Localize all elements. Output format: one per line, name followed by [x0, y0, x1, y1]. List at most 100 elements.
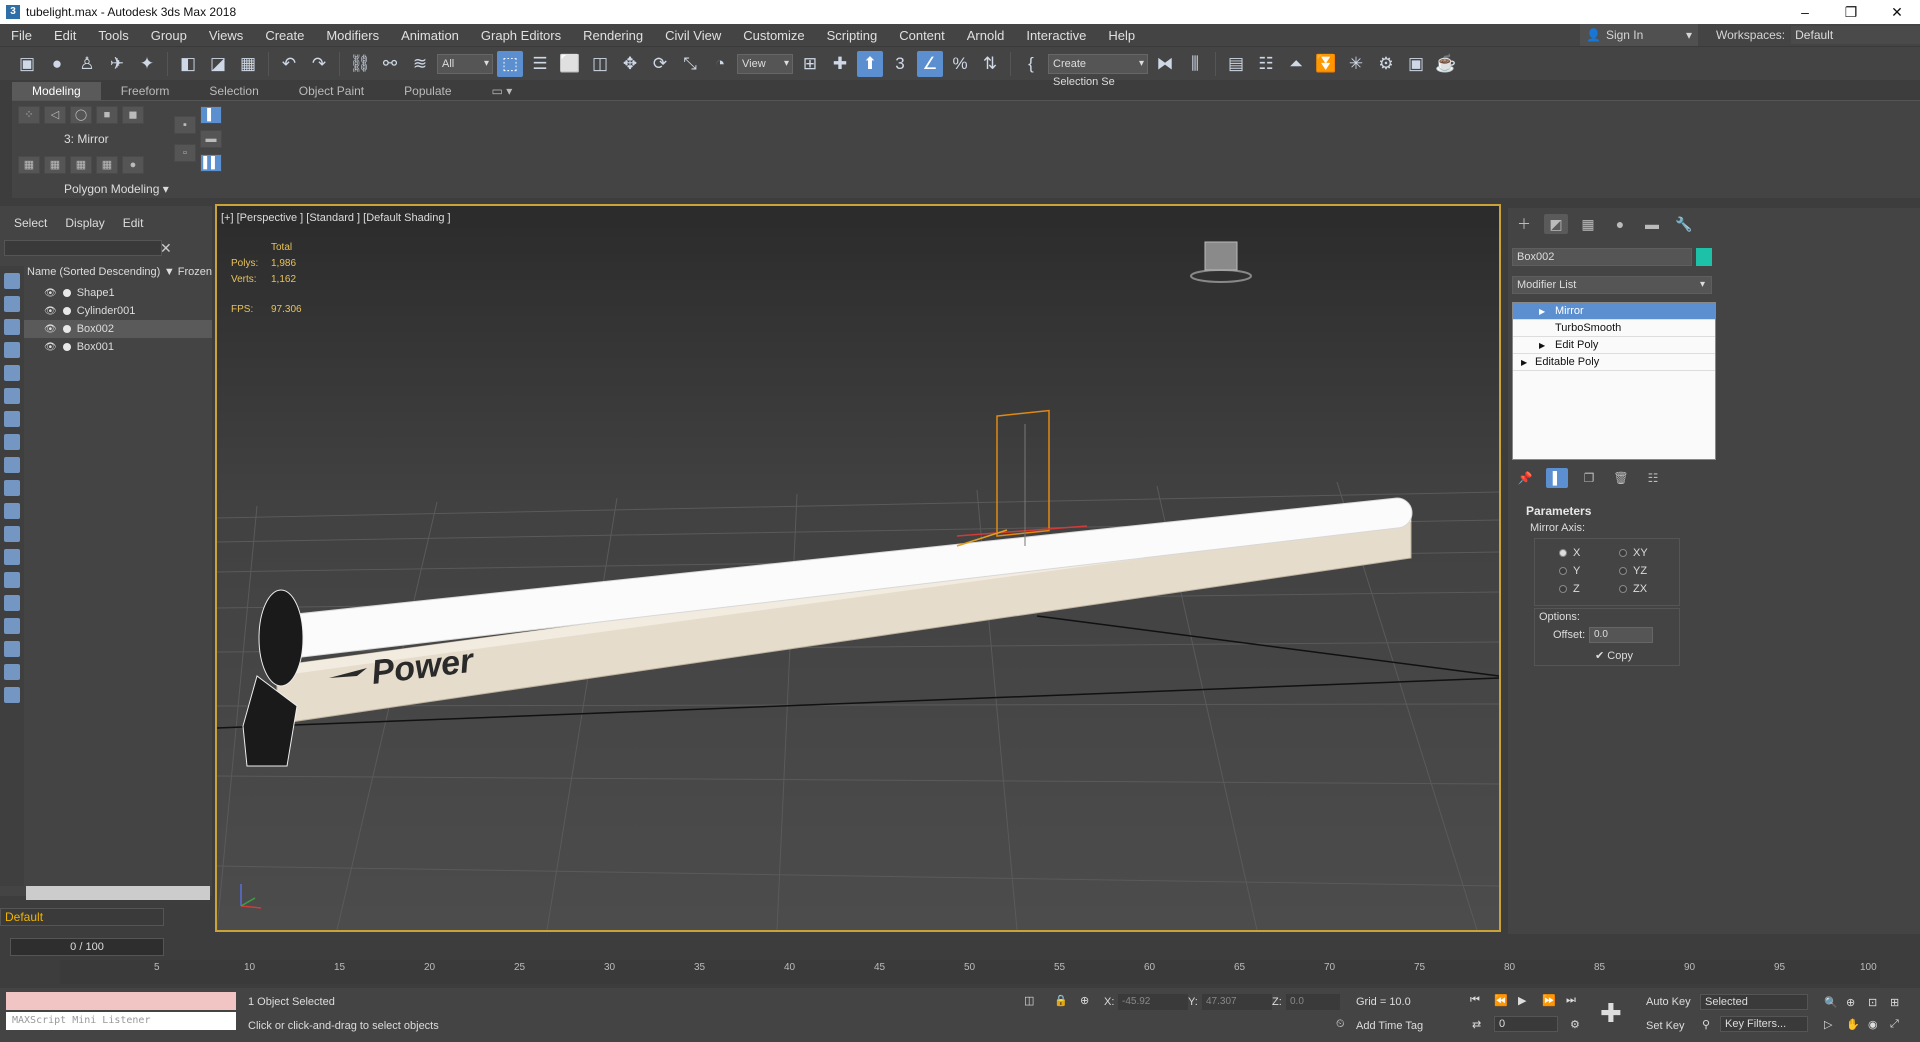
filter-lights-icon[interactable] — [4, 319, 20, 335]
expand-icon[interactable]: ▶ — [1539, 337, 1545, 354]
parameters-title[interactable]: Parameters — [1512, 504, 1712, 518]
menu-file[interactable]: File — [0, 28, 43, 43]
minimize-button[interactable]: – — [1782, 0, 1828, 24]
angle-snap-icon[interactable]: ∠ — [917, 50, 943, 77]
go-to-start-icon[interactable]: ⏮ — [1470, 994, 1480, 1007]
filter-xrefs-icon[interactable] — [4, 434, 20, 450]
stack-item-turbosmooth[interactable]: TurboSmooth — [1513, 320, 1715, 337]
column-name[interactable]: Name (Sorted Descending) — [27, 266, 160, 282]
stack-item-edit-poly[interactable]: ▶ Edit Poly — [1513, 337, 1715, 354]
select-object-icon[interactable]: ⬚ — [497, 50, 523, 77]
menu-create[interactable]: Create — [254, 28, 315, 43]
ribbon-tab-selection[interactable]: Selection — [189, 82, 278, 100]
maxscript-output[interactable] — [6, 992, 236, 1010]
explorer-search-input[interactable] — [4, 240, 162, 256]
reference-coord-select[interactable]: View — [737, 53, 793, 74]
explorer-object-row[interactable]: 👁 Shape1 — [24, 284, 212, 302]
stack-item-editable-poly[interactable]: ▶ Editable Poly — [1513, 354, 1715, 371]
border-mode-icon[interactable]: ◯ — [70, 106, 92, 124]
vertex-mode-icon[interactable]: ⁘ — [18, 106, 40, 124]
filter-icon[interactable] — [4, 664, 20, 680]
selection-filter-select[interactable]: All — [437, 53, 493, 74]
modify-tab-icon[interactable]: ◩ — [1544, 214, 1568, 234]
pin-stack-icon[interactable]: ▌ — [200, 106, 222, 124]
select-by-name-icon[interactable]: ☰ — [527, 51, 553, 77]
filter-shapes-icon[interactable] — [4, 296, 20, 312]
offset-spinner[interactable]: 0.0 — [1589, 627, 1653, 643]
sign-in-button[interactable]: 👤 Sign In ▾ — [1580, 24, 1698, 46]
time-config-icon[interactable]: ⚙ — [1570, 1018, 1580, 1031]
align-icon[interactable]: ⫼ — [1182, 51, 1208, 77]
stack-tool-icon[interactable]: ▦ — [44, 156, 66, 174]
expand-icon[interactable]: ▶ — [1521, 354, 1527, 371]
filter-cameras-icon[interactable] — [4, 342, 20, 358]
spinner-snap-icon[interactable]: ⇅ — [977, 51, 1003, 77]
filter-helpers-icon[interactable] — [4, 365, 20, 381]
filter-bones-icon[interactable] — [4, 457, 20, 473]
render-production-icon[interactable]: ☕ — [1433, 51, 1459, 77]
go-to-end-icon[interactable]: ⏭ — [1566, 994, 1576, 1007]
filter-frozen-icon[interactable] — [4, 503, 20, 519]
menu-rendering[interactable]: Rendering — [572, 28, 654, 43]
key-mode-toggle-icon[interactable]: ⇄ — [1472, 1018, 1481, 1031]
curve-editor-icon[interactable]: ⏶ — [1283, 51, 1309, 77]
project-icon[interactable]: ▣ — [14, 51, 40, 77]
ribbon-tab-freeform[interactable]: Freeform — [101, 82, 190, 100]
polygon-modeling-dropdown[interactable]: Polygon Modeling ▾ — [64, 182, 169, 196]
hierarchy-tab-icon[interactable]: ▦ — [1576, 214, 1600, 234]
stack-item-mirror[interactable]: ▶ Mirror — [1513, 303, 1715, 320]
orbit-icon[interactable]: ◉ — [1868, 1018, 1878, 1031]
show-end-result-icon[interactable]: ▌ — [1546, 468, 1568, 488]
field-of-view-icon[interactable]: ▷ — [1824, 1018, 1832, 1031]
perspective-viewport[interactable]: [+] [Perspective ] [Standard ] [Default … — [215, 204, 1501, 932]
filter-geometry-icon[interactable] — [4, 273, 20, 289]
keyboard-shortcut-override-icon[interactable]: ⬆ — [857, 50, 883, 77]
layer-explorer-icon[interactable]: ☷ — [1253, 51, 1279, 77]
next-frame-icon[interactable]: ⏩ — [1542, 994, 1556, 1007]
named-selection-select[interactable]: Create Selection Se — [1048, 53, 1148, 88]
snapshot-icon[interactable]: ◧ — [175, 51, 201, 77]
close-button[interactable]: ✕ — [1874, 0, 1920, 24]
expand-icon[interactable]: ▶ — [1539, 303, 1545, 320]
schematic-view-icon[interactable]: ⏬ — [1313, 51, 1339, 77]
play-icon[interactable]: ▶ — [1518, 994, 1526, 1007]
show-end-result-icon[interactable]: ▬ — [200, 130, 222, 148]
bird-icon[interactable]: ✈ — [104, 51, 130, 77]
menu-graph-editors[interactable]: Graph Editors — [470, 28, 572, 43]
window-crossing-icon[interactable]: ◫ — [587, 51, 613, 77]
ribbon-options-icon[interactable]: ▭ ▾ — [472, 82, 533, 100]
display-all-icon[interactable] — [4, 572, 20, 588]
stack-tool-icon[interactable]: ▦ — [96, 156, 118, 174]
ribbon-tab-populate[interactable]: Populate — [384, 82, 471, 100]
set-key-icon[interactable]: ✚ — [1600, 998, 1622, 1029]
bind-spacewarp-icon[interactable]: ≋ — [407, 51, 433, 77]
explorer-object-row[interactable]: 👁 Box002 — [24, 320, 212, 338]
filter-hidden-icon[interactable] — [4, 526, 20, 542]
unlink-icon[interactable]: ⚯ — [377, 51, 403, 77]
explorer-object-row[interactable]: 👁 Cylinder001 — [24, 302, 212, 320]
object-name-field[interactable]: Box002 — [1512, 248, 1692, 266]
key-filters-button[interactable]: Key Filters... — [1720, 1016, 1808, 1032]
undo-icon[interactable]: ↶ — [276, 51, 302, 77]
collapse-stack-icon[interactable]: ▫ — [174, 144, 196, 162]
rotate-icon[interactable]: ⟳ — [647, 51, 673, 77]
axis-radio-z[interactable]: Z — [1559, 583, 1580, 595]
move-icon[interactable]: ✥ — [617, 51, 643, 77]
copy-checkbox[interactable]: ✔ Copy — [1595, 649, 1633, 662]
render-setup-icon[interactable]: ⚙ — [1373, 51, 1399, 77]
stamp-icon[interactable]: ◪ — [205, 51, 231, 77]
redo-icon[interactable]: ↷ — [306, 51, 332, 77]
menu-arnold[interactable]: Arnold — [956, 28, 1016, 43]
percent-snap-icon[interactable]: % — [947, 51, 973, 77]
edge-mode-icon[interactable]: ◁ — [44, 106, 66, 124]
zoom-extents-icon[interactable]: ⊡ — [1868, 996, 1877, 1009]
stack-tool-icon[interactable]: ▦ — [70, 156, 92, 174]
sphere-icon[interactable]: ● — [44, 51, 70, 77]
menu-animation[interactable]: Animation — [390, 28, 470, 43]
display-none-icon[interactable] — [4, 595, 20, 611]
object-color-swatch[interactable] — [1696, 248, 1712, 266]
time-slider[interactable]: 0 / 100 — [10, 938, 164, 956]
explorer-object-row[interactable]: 👁 Box001 — [24, 338, 212, 356]
snaps-toggle-icon[interactable]: 3 — [887, 51, 913, 77]
eye-icon[interactable]: 👁 — [44, 306, 57, 317]
